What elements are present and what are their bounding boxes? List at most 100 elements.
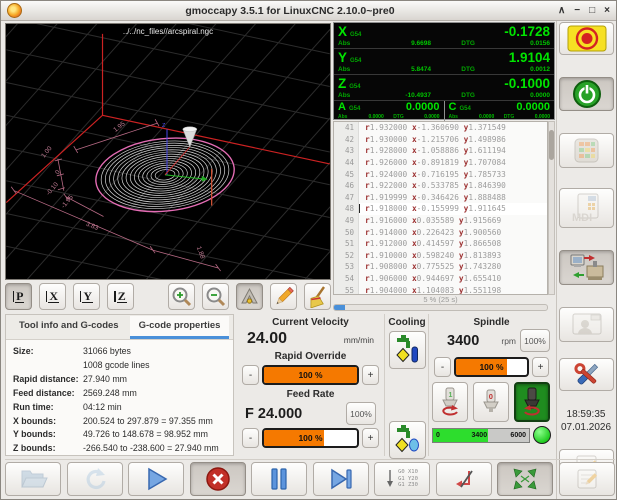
feed-override-slider: - 100 % + bbox=[237, 425, 384, 449]
spindle-override-trough[interactable]: 100 % bbox=[454, 357, 529, 377]
flood-button[interactable] bbox=[389, 421, 426, 459]
settings-button[interactable] bbox=[559, 358, 614, 391]
toggle-dimensions-button[interactable] bbox=[236, 283, 263, 310]
gcode-line[interactable]: 49r1.916000 x0.035589 y1.915669 bbox=[334, 215, 547, 227]
gcode-line[interactable]: 51r1.912000 x0.414597 y1.866508 bbox=[334, 238, 547, 250]
gcode-scrollbar-thumb[interactable] bbox=[549, 130, 554, 160]
spindle-speed-bar: 0 3400 6000 bbox=[432, 428, 530, 443]
info-row: Rapid distance:27.940 mm bbox=[13, 373, 226, 387]
fullsize-preview-button[interactable] bbox=[497, 462, 553, 496]
gcode-line[interactable]: 44r1.926000 x-0.891819 y1.707084 bbox=[334, 157, 547, 169]
gcode-scrollbar[interactable] bbox=[548, 121, 555, 295]
spindle-plus-button[interactable]: + bbox=[532, 357, 549, 377]
machine-limits-lines bbox=[6, 34, 329, 203]
gcode-line[interactable]: 43r1.928000 x-1.058886 y1.611194 bbox=[334, 145, 547, 157]
machine-on-button[interactable] bbox=[559, 77, 614, 111]
mist-button[interactable] bbox=[389, 331, 426, 369]
gremlin-preview[interactable]: Z 1.000-0.10-1.951.953.831.88 ../../nc_f… bbox=[5, 23, 331, 280]
view-x-button[interactable]: X bbox=[39, 283, 66, 310]
gmoccapy-window: gmoccapy 3.5.1 for LinuxCNC 2.10.0~pre0 … bbox=[0, 0, 617, 500]
view-p-button[interactable]: P bbox=[5, 283, 32, 310]
jog-keypad-icon bbox=[573, 137, 600, 164]
spindle-ccw-button[interactable]: 1 bbox=[432, 382, 468, 422]
app-logo-icon bbox=[7, 3, 22, 18]
feed-minus-button[interactable]: - bbox=[242, 428, 259, 448]
dro-axis-y[interactable]: YG541.9104Abs5.8474DTG0.0012 bbox=[334, 49, 554, 75]
feed-override-trough[interactable]: 100 % bbox=[262, 428, 359, 448]
run-from-line-button[interactable]: G0 X10 G1 Y20 G1 Z30 bbox=[374, 462, 430, 496]
clock-display: 18:59:35 07.01.2026 bbox=[557, 408, 615, 434]
spindle-stop-button[interactable]: 0 bbox=[473, 382, 509, 422]
auto-mode-button[interactable] bbox=[559, 250, 614, 285]
feed-plus-button[interactable]: + bbox=[362, 428, 379, 448]
auto-mode-icon bbox=[569, 253, 605, 282]
spindle-reset-button[interactable]: 100% bbox=[520, 329, 550, 352]
reload-file-button[interactable] bbox=[67, 462, 123, 496]
gcode-line[interactable]: 41r1.932000 x-1.360690 y1.371549 bbox=[334, 122, 547, 134]
shade-button[interactable]: ∧ bbox=[558, 4, 565, 17]
optional-block-icon bbox=[450, 466, 478, 492]
gcode-line[interactable]: 42r1.930000 x-1.215706 y1.498986 bbox=[334, 134, 547, 146]
gcode-line[interactable]: 45r1.924000 x-0.716195 y1.785733 bbox=[334, 168, 547, 180]
optional-block-button[interactable] bbox=[436, 462, 492, 496]
setup-user-button[interactable] bbox=[559, 307, 614, 342]
gcode-line[interactable]: 54r1.906000 x0.944697 y1.655410 bbox=[334, 273, 547, 285]
feed-reset-button[interactable]: 100% bbox=[346, 402, 376, 425]
progress-fill bbox=[334, 305, 345, 310]
info-row: Y bounds:49.726 to 148.678 = 98.952 mm bbox=[13, 428, 226, 442]
dro-axis-z[interactable]: ZG54-0.1000Abs-10.4937DTG0.0000 bbox=[334, 75, 554, 101]
titlebar[interactable]: gmoccapy 3.5.1 for LinuxCNC 2.10.0~pre0 … bbox=[1, 1, 616, 21]
view-z-button[interactable]: Z bbox=[107, 283, 134, 310]
spindle-bar-max: 6000 bbox=[510, 429, 526, 442]
view-y-button[interactable]: Y bbox=[73, 283, 100, 310]
gcode-line[interactable]: 47r1.919999 x-0.346426 y1.888488 bbox=[334, 192, 547, 204]
gcode-listing[interactable]: 41r1.932000 x-1.360690 y1.37154942r1.930… bbox=[333, 121, 548, 295]
spindle-panel: Spindle 3400 rpm 100% - 100 % + 1 bbox=[429, 314, 554, 456]
svg-text:1.00: 1.00 bbox=[40, 145, 54, 159]
minimize-button[interactable]: − bbox=[574, 4, 580, 17]
gcode-line[interactable]: 52r1.910000 x0.598240 y1.813893 bbox=[334, 250, 547, 262]
mdi-mode-button[interactable]: MDI bbox=[559, 188, 614, 228]
manual-mode-button[interactable] bbox=[559, 133, 614, 168]
spindle-cw-button[interactable] bbox=[514, 382, 550, 422]
gcode-line[interactable]: 53r1.908000 x0.775525 y1.743280 bbox=[334, 261, 547, 273]
svg-text:MDI: MDI bbox=[572, 212, 592, 224]
open-file-button[interactable] bbox=[5, 462, 61, 496]
dro-axis-a[interactable]: AG540.0000Abs0.0000DTG0.0000 bbox=[334, 101, 445, 122]
edit-offsets-button[interactable] bbox=[270, 283, 297, 310]
clear-plot-button[interactable] bbox=[304, 283, 331, 310]
tab-tool-info[interactable]: Tool info and G-codes bbox=[10, 316, 128, 339]
close-button[interactable]: × bbox=[604, 4, 610, 17]
info-row: X bounds:200.524 to 297.879 = 97.355 mm bbox=[13, 415, 226, 429]
step-program-button[interactable] bbox=[313, 462, 369, 496]
maximize-button[interactable]: □ bbox=[589, 4, 595, 17]
info-row: Run time:04:12 min bbox=[13, 401, 226, 415]
svg-text:0: 0 bbox=[489, 392, 493, 401]
zoom-out-button[interactable] bbox=[202, 283, 229, 310]
gcode-line[interactable]: 46r1.922000 x-0.533785 y1.846390 bbox=[334, 180, 547, 192]
pause-program-button[interactable] bbox=[251, 462, 307, 496]
feed-override-value: 100 % bbox=[264, 430, 357, 446]
rapid-minus-button[interactable]: - bbox=[242, 365, 259, 385]
zoom-in-button[interactable] bbox=[168, 283, 195, 310]
estop-button[interactable] bbox=[559, 22, 614, 55]
gcode-line[interactable]: 50r1.914000 x0.226423 y1.900560 bbox=[334, 226, 547, 238]
rapid-override-trough[interactable]: 100 % bbox=[262, 365, 359, 385]
gcode-line[interactable]: 48r1.918000 x-0.155999 y1.911645 bbox=[334, 203, 547, 215]
spindle-minus-button[interactable]: - bbox=[434, 357, 451, 377]
velocity-panel: Current Velocity 24.00 mm/min Rapid Over… bbox=[237, 314, 385, 456]
loaded-file-path: ../../nc_files//arcspiral.ngc bbox=[6, 27, 330, 36]
dro-axis-x[interactable]: XG54-0.1728Abs9.6698DTG0.0156 bbox=[334, 23, 554, 49]
rapid-override-title: Rapid Override bbox=[237, 348, 384, 362]
run-program-button[interactable] bbox=[128, 462, 184, 496]
tab-gcode-properties[interactable]: G-code properties bbox=[130, 316, 230, 339]
rapid-plus-button[interactable]: + bbox=[362, 365, 379, 385]
gcode-line[interactable]: 55r1.904000 x1.104083 y1.551198 bbox=[334, 284, 547, 295]
dro-axis-c[interactable]: CG540.0000Abs0.0000DTG0.0000 bbox=[445, 101, 555, 122]
svg-text:-0.10: -0.10 bbox=[45, 181, 60, 197]
stop-program-button[interactable] bbox=[190, 462, 246, 496]
stop-icon bbox=[205, 466, 231, 492]
edit-gcode-button[interactable] bbox=[559, 462, 615, 496]
broom-icon bbox=[306, 285, 329, 308]
run-from-line-arrow-icon bbox=[386, 468, 396, 490]
